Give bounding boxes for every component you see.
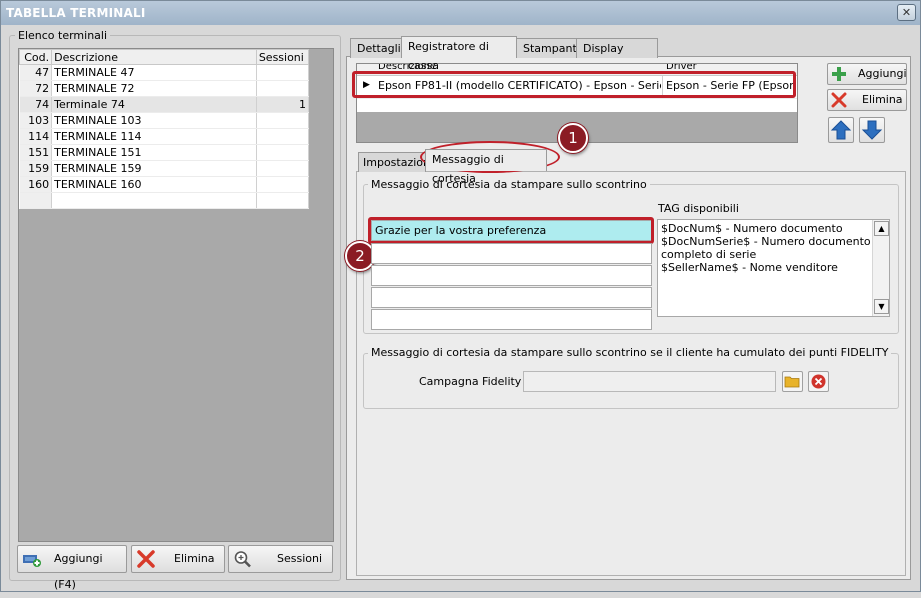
printer-description: Epson FP81-II (modello CERTIFICATO) - Ep… — [378, 79, 661, 92]
table-row[interactable]: 151 TERMINALE 151 — [19, 144, 310, 161]
row-code: 47 — [19, 64, 53, 81]
clear-campaign-button[interactable] — [808, 371, 829, 392]
tag-docnumserie: $DocNumSerie$ - Numero documento complet… — [661, 235, 871, 261]
folder-icon — [784, 376, 800, 388]
tab-dettagli[interactable]: Dettagli — [350, 38, 402, 58]
table-row[interactable]: 72 TERMINALE 72 — [19, 80, 310, 97]
row-description: TERMINALE 72 — [51, 80, 257, 97]
row-code: 151 — [19, 144, 53, 161]
row-description: TERMINALE 114 — [51, 128, 257, 145]
col-printer-driver[interactable]: Driver — [666, 64, 697, 73]
fidelity-section-label: Messaggio di cortesia da stampare sullo … — [368, 346, 892, 359]
printer-driver: Epson - Serie FP (Epson… — [666, 79, 796, 92]
table-row[interactable]: 159 TERMINALE 159 — [19, 160, 310, 177]
tab-stampanti[interactable]: Stampanti — [516, 38, 580, 58]
row-sessions — [256, 64, 310, 81]
row-code: 74 — [19, 96, 53, 113]
delete-printer-button[interactable]: Elimina — [827, 89, 907, 111]
scroll-up-icon[interactable]: ▲ — [874, 221, 889, 236]
col-sessions-header[interactable]: Sessioni — [255, 49, 310, 65]
courtesy-line-1[interactable]: Grazie per la vostra preferenza — [371, 220, 652, 241]
tags-list[interactable]: $DocNum$ - Numero documento $DocNumSerie… — [657, 219, 890, 317]
sessions-button[interactable]: Sessioni — [228, 545, 333, 573]
terminal-grid-header: Cod. Descrizione Sessioni — [18, 49, 310, 65]
row-sessions — [256, 80, 310, 97]
arrow-up-icon — [830, 120, 852, 140]
printer-row[interactable]: ▶ Epson FP81-II (modello CERTIFICATO) - … — [357, 76, 797, 98]
scroll-down-icon[interactable]: ▼ — [874, 299, 889, 314]
delete-x-icon — [137, 550, 155, 568]
courtesy-section-label: Messaggio di cortesia da stampare sullo … — [368, 178, 650, 191]
move-up-button[interactable] — [828, 117, 854, 143]
table-row[interactable]: 47 TERMINALE 47 — [19, 64, 310, 81]
tab-display-cliente[interactable]: Display cliente — [576, 38, 658, 74]
col-description-header[interactable]: Descrizione — [51, 49, 257, 65]
add-terminal-label: Aggiungi (F4) — [54, 552, 103, 591]
row-code: 114 — [19, 128, 53, 145]
move-down-button[interactable] — [859, 117, 885, 143]
row-pointer-icon: ▶ — [363, 80, 370, 90]
row-code: 72 — [19, 80, 53, 97]
courtesy-line-3[interactable] — [371, 265, 652, 286]
sessions-label: Sessioni — [277, 552, 323, 565]
row-description: TERMINALE 159 — [51, 160, 257, 177]
delete-x-icon — [831, 92, 847, 108]
row-sessions — [256, 160, 310, 177]
table-row-new[interactable] — [19, 192, 310, 209]
zoom-in-icon — [234, 551, 251, 568]
tags-scrollbar[interactable]: ▲ ▼ — [872, 220, 889, 316]
row-code: 159 — [19, 160, 53, 177]
add-printer-button[interactable]: Aggiungi — [827, 63, 907, 85]
tags-label: TAG disponibili — [658, 202, 739, 215]
plus-icon — [832, 67, 846, 81]
row-code: 103 — [19, 112, 53, 129]
row-sessions — [256, 128, 310, 145]
tab-messaggio-di-cortesia[interactable]: Messaggio di cortesia — [425, 149, 547, 185]
table-row-selected[interactable]: 74 Terminale 74 1 — [19, 96, 310, 113]
terminal-grid[interactable]: Cod. Descrizione Sessioni 47 TERMINALE 47… — [18, 48, 334, 542]
table-row[interactable]: 160 TERMINALE 160 — [19, 176, 310, 193]
row-description: Terminale 74 — [51, 96, 257, 113]
delete-terminal-label: Elimina — [174, 552, 215, 565]
clear-icon — [811, 374, 826, 389]
add-printer-label: Aggiungi — [858, 67, 907, 80]
add-terminal-button[interactable]: Aggiungi (F4) — [17, 545, 127, 591]
delete-terminal-button[interactable]: Elimina — [131, 545, 225, 573]
row-description: TERMINALE 47 — [51, 64, 257, 81]
tab-impostazioni[interactable]: Impostazioni — [358, 152, 433, 172]
row-code: 160 — [19, 176, 53, 193]
table-row[interactable]: 114 TERMINALE 114 — [19, 128, 310, 145]
table-row[interactable]: 103 TERMINALE 103 — [19, 112, 310, 129]
tag-sellername: $SellerName$ - Nome venditore — [661, 261, 838, 274]
window-title: TABELLA TERMINALI — [1, 1, 920, 25]
row-description: TERMINALE 103 — [51, 112, 257, 129]
tag-docnum: $DocNum$ - Numero documento — [661, 222, 843, 235]
courtesy-line-2[interactable] — [371, 243, 652, 264]
browse-campaign-button[interactable] — [782, 371, 803, 392]
row-sessions — [256, 112, 310, 129]
terminal-list-label: Elenco terminali — [15, 29, 111, 42]
add-device-icon — [23, 555, 41, 567]
annotation-badge-1: 1 — [558, 123, 588, 153]
fidelity-campaign-label: Campagna Fidelity : — [419, 375, 529, 388]
tab-registratore-di-cassa[interactable]: Registratore di cassa — [401, 36, 517, 72]
arrow-down-icon — [861, 120, 883, 140]
row-sessions — [256, 176, 310, 193]
row-description: TERMINALE 151 — [51, 144, 257, 161]
tabella-terminali-window: TABELLA TERMINALI ✕ Elenco terminali Cod… — [0, 0, 921, 592]
courtesy-line-5[interactable] — [371, 309, 652, 330]
row-sessions: 1 — [256, 96, 310, 113]
printer-new-row[interactable] — [357, 98, 797, 112]
col-code-header[interactable]: Cod. — [18, 49, 53, 65]
fidelity-campaign-field[interactable] — [523, 371, 776, 392]
delete-printer-label: Elimina — [862, 93, 903, 106]
row-sessions — [256, 144, 310, 161]
courtesy-line-4[interactable] — [371, 287, 652, 308]
row-description: TERMINALE 160 — [51, 176, 257, 193]
close-icon[interactable]: ✕ — [897, 4, 916, 21]
